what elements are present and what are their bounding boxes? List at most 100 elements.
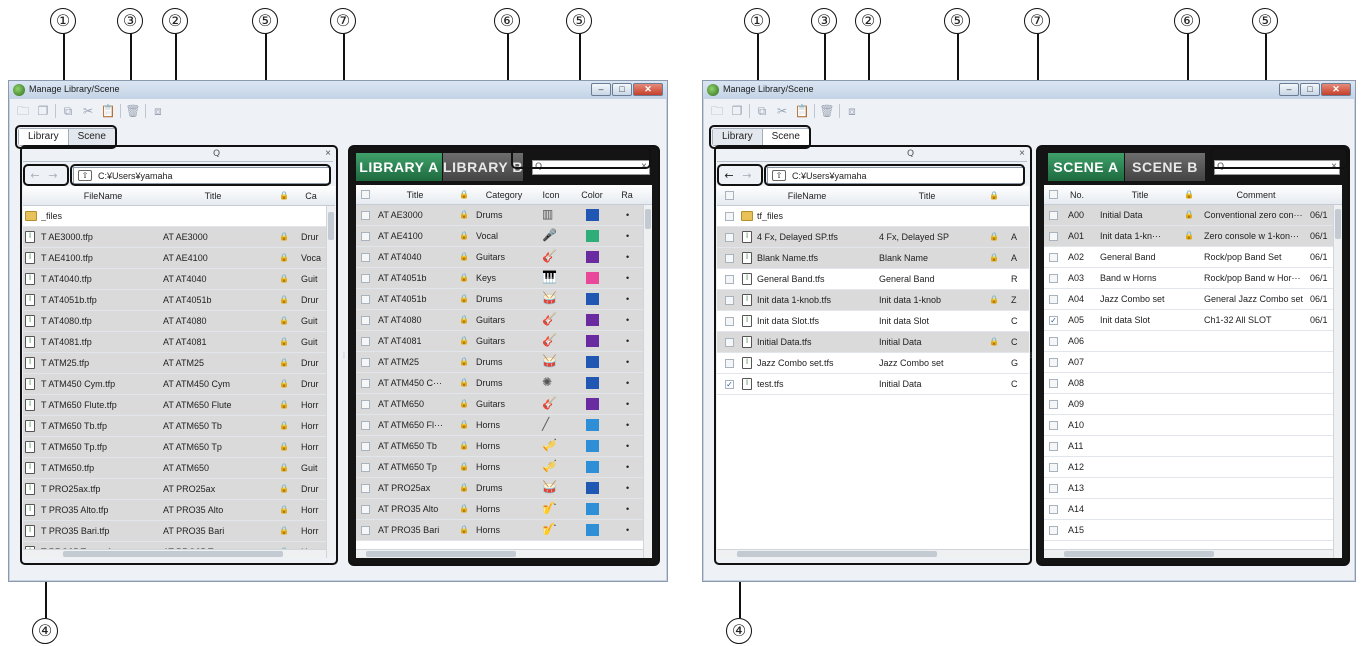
row-checkbox[interactable] bbox=[361, 337, 370, 346]
col-lib-lock-icon[interactable]: 🔒 bbox=[459, 190, 469, 199]
table-row[interactable]: A04 Jazz Combo set General Jazz Combo set 0… bbox=[1044, 289, 1342, 310]
table-row[interactable]: A00 Initial Data 🔒 Conventional zero con···… bbox=[1044, 205, 1342, 226]
row-checkbox[interactable] bbox=[1049, 400, 1058, 409]
row-checkbox[interactable]: ✓ bbox=[1049, 316, 1058, 325]
splitter-handle-r[interactable]: ⁞ bbox=[1029, 353, 1033, 360]
col-lib-color[interactable]: Color bbox=[576, 190, 608, 200]
library-horizontal-scrollbar[interactable] bbox=[356, 549, 643, 558]
copy-icon[interactable]: ❐ bbox=[35, 103, 51, 119]
col-scene-title[interactable]: Title bbox=[1100, 190, 1180, 200]
color-swatch[interactable] bbox=[586, 314, 599, 326]
table-row[interactable]: A01 Init data 1-kn··· 🔒 Zero console w 1-ko… bbox=[1044, 226, 1342, 247]
tab-library-a[interactable]: LIBRARY A bbox=[356, 153, 442, 181]
row-checkbox[interactable] bbox=[1049, 379, 1058, 388]
table-row[interactable]: AT PRO35 Bari 🔒 Horns 🎷 • bbox=[356, 520, 652, 541]
paste-icon[interactable]: 📋 bbox=[100, 103, 116, 119]
select-all-icon[interactable]: ⧈ bbox=[150, 103, 166, 119]
row-checkbox[interactable] bbox=[361, 421, 370, 430]
row-checkbox[interactable] bbox=[361, 274, 370, 283]
table-row[interactable]: A09 bbox=[1044, 394, 1342, 415]
table-row[interactable]: AT AE3000 🔒 Drums ▥ • bbox=[356, 205, 652, 226]
table-row[interactable]: AT ATM450 C··· 🔒 Drums ✺ • bbox=[356, 373, 652, 394]
row-checkbox[interactable] bbox=[361, 526, 370, 535]
color-swatch[interactable] bbox=[586, 398, 599, 410]
row-checkbox[interactable] bbox=[1049, 232, 1058, 241]
table-row[interactable]: ✓ A05 Init data Slot Ch1-32 All SLOT 06/1 bbox=[1044, 310, 1342, 331]
table-row[interactable]: A12 bbox=[1044, 457, 1342, 478]
color-swatch[interactable] bbox=[586, 461, 599, 473]
copy-icon[interactable]: ❐ bbox=[729, 103, 745, 119]
col-lib-category[interactable]: Category bbox=[476, 190, 532, 200]
table-row[interactable]: A06 bbox=[1044, 331, 1342, 352]
color-swatch[interactable] bbox=[586, 335, 599, 347]
row-checkbox[interactable] bbox=[1049, 463, 1058, 472]
delete-icon[interactable]: 🗑 bbox=[125, 103, 141, 119]
new-folder-icon[interactable]: 🗀 bbox=[709, 103, 725, 119]
row-checkbox[interactable] bbox=[361, 379, 370, 388]
duplicate-icon[interactable]: ⧉ bbox=[754, 103, 770, 119]
row-checkbox[interactable] bbox=[361, 211, 370, 220]
table-row[interactable]: AT ATM650 Tb 🔒 Horns 🎺 • bbox=[356, 436, 652, 457]
table-row[interactable]: AT AT4080 🔒 Guitars 🎸 • bbox=[356, 310, 652, 331]
tab-scene-b[interactable]: SCENE B bbox=[1125, 153, 1205, 181]
color-swatch[interactable] bbox=[586, 377, 599, 389]
table-row[interactable]: AT PRO35 Alto 🔒 Horns 🎷 • bbox=[356, 499, 652, 520]
color-swatch[interactable] bbox=[586, 440, 599, 452]
table-row[interactable]: A13 bbox=[1044, 478, 1342, 499]
table-row[interactable]: AT ATM25 🔒 Drums 🥁 • bbox=[356, 352, 652, 373]
col-scene-no[interactable]: No. bbox=[1066, 190, 1088, 200]
table-row[interactable]: AT AT4051b 🔒 Keys 🎹 • bbox=[356, 268, 652, 289]
table-row[interactable]: A11 bbox=[1044, 436, 1342, 457]
row-checkbox[interactable] bbox=[1049, 505, 1058, 514]
row-checkbox[interactable] bbox=[361, 358, 370, 367]
table-row[interactable]: A15 bbox=[1044, 520, 1342, 541]
new-folder-icon[interactable]: 🗀 bbox=[15, 103, 31, 119]
row-checkbox[interactable] bbox=[361, 253, 370, 262]
row-checkbox[interactable] bbox=[1049, 484, 1058, 493]
table-row[interactable]: A08 bbox=[1044, 373, 1342, 394]
table-row[interactable]: AT ATM650 Tp 🔒 Horns 🎺 • bbox=[356, 457, 652, 478]
table-row[interactable]: A10 bbox=[1044, 415, 1342, 436]
delete-icon[interactable]: 🗑 bbox=[819, 103, 835, 119]
table-row[interactable]: A14 bbox=[1044, 499, 1342, 520]
table-row[interactable]: A07 bbox=[1044, 352, 1342, 373]
color-swatch[interactable] bbox=[586, 209, 599, 221]
color-swatch[interactable] bbox=[586, 482, 599, 494]
color-swatch[interactable] bbox=[586, 251, 599, 263]
row-checkbox[interactable] bbox=[361, 400, 370, 409]
scene-horizontal-scrollbar[interactable] bbox=[1044, 549, 1333, 558]
table-row[interactable]: AT ATM650 🔒 Guitars 🎸 • bbox=[356, 394, 652, 415]
paste-icon[interactable]: 📋 bbox=[794, 103, 810, 119]
table-row[interactable]: A03 Band w Horns Rock/pop Band w Hor··· 06/… bbox=[1044, 268, 1342, 289]
row-checkbox[interactable] bbox=[1049, 358, 1058, 367]
color-swatch[interactable] bbox=[586, 524, 599, 536]
row-checkbox[interactable] bbox=[361, 295, 370, 304]
minimize-button[interactable]: – bbox=[591, 83, 611, 96]
row-checkbox[interactable] bbox=[1049, 295, 1058, 304]
close-button[interactable]: ✕ bbox=[633, 83, 663, 96]
select-all-checkbox[interactable] bbox=[361, 190, 370, 199]
maximize-button-r[interactable]: □ bbox=[1300, 83, 1320, 96]
col-scene-lock-icon[interactable]: 🔒 bbox=[1184, 190, 1194, 199]
color-swatch[interactable] bbox=[586, 356, 599, 368]
row-checkbox[interactable] bbox=[361, 442, 370, 451]
scene-select-all-checkbox[interactable] bbox=[1049, 190, 1058, 199]
color-swatch[interactable] bbox=[586, 293, 599, 305]
library-vertical-scrollbar[interactable] bbox=[643, 205, 652, 558]
row-checkbox[interactable] bbox=[1049, 442, 1058, 451]
row-checkbox[interactable] bbox=[1049, 253, 1058, 262]
cut-icon[interactable]: ✂ bbox=[80, 103, 96, 119]
table-row[interactable]: AT AT4051b 🔒 Drums 🥁 • bbox=[356, 289, 652, 310]
row-checkbox[interactable] bbox=[361, 232, 370, 241]
row-checkbox[interactable] bbox=[1049, 274, 1058, 283]
row-checkbox[interactable] bbox=[1049, 526, 1058, 535]
table-row[interactable]: AT AT4081 🔒 Guitars 🎸 • bbox=[356, 331, 652, 352]
col-lib-rating[interactable]: Ra bbox=[618, 190, 636, 200]
row-checkbox[interactable] bbox=[1049, 421, 1058, 430]
splitter-handle[interactable]: ⁞ bbox=[342, 353, 346, 360]
color-swatch[interactable] bbox=[586, 503, 599, 515]
close-button-r[interactable]: ✕ bbox=[1321, 83, 1351, 96]
minimize-button-r[interactable]: – bbox=[1279, 83, 1299, 96]
row-checkbox[interactable] bbox=[1049, 337, 1058, 346]
color-swatch[interactable] bbox=[586, 272, 599, 284]
